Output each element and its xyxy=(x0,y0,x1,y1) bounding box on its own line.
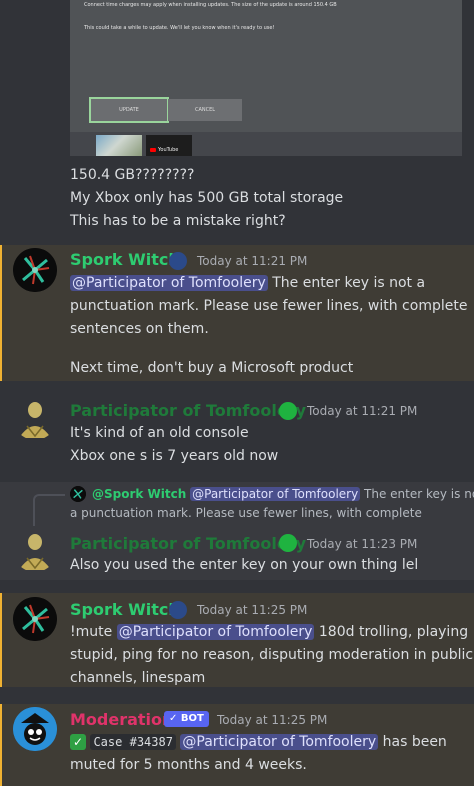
youtube-icon xyxy=(150,148,156,152)
reply-avatar[interactable] xyxy=(70,486,86,502)
spork-witch-avatar-icon xyxy=(70,486,86,502)
message-text: The enter key is not a xyxy=(267,275,426,291)
message-line: punctuation mark. Please use fewer lines… xyxy=(70,298,468,314)
case-label: Case xyxy=(93,735,123,749)
steam-icon[interactable] xyxy=(169,601,187,619)
mention-highlight-bar xyxy=(0,593,2,687)
message-text: has been xyxy=(378,734,447,750)
youtube-label: YouTube xyxy=(158,147,179,153)
thumbnail-image xyxy=(96,135,142,156)
reply-author[interactable]: @Spork Witch xyxy=(92,487,186,501)
avatar[interactable] xyxy=(13,248,57,292)
steam-icon[interactable] xyxy=(169,252,187,270)
timestamp: Today at 11:21 PM xyxy=(197,254,308,268)
timestamp: Today at 11:25 PM xyxy=(197,603,308,617)
message-line: Also you used the enter key on your own … xyxy=(70,557,419,573)
message-line: sentences on them. xyxy=(70,321,209,337)
message-line: My Xbox only has 500 GB total storage xyxy=(70,190,344,206)
author-name[interactable]: Spork Witch xyxy=(70,250,180,269)
participator-avatar-icon xyxy=(19,402,51,438)
bot-badge: ✓ BOT xyxy=(164,711,209,727)
moderation-bot-avatar-icon xyxy=(13,707,57,751)
user-mention[interactable]: @Participator of Tomfoolery xyxy=(70,275,268,291)
xbox-icon[interactable] xyxy=(279,534,297,552)
author-name[interactable]: Participator of Tomfoolery xyxy=(70,534,306,553)
case-code: Case #34387 xyxy=(90,734,176,750)
command-text: !mute xyxy=(70,624,117,640)
author-name[interactable]: Moderation xyxy=(70,710,173,729)
mention-highlight-bar xyxy=(0,245,2,381)
user-mention[interactable]: @Participator of Tomfoolery xyxy=(180,734,379,750)
message-line: channels, linespam xyxy=(70,670,206,686)
update-button: UPDATE xyxy=(89,97,169,123)
case-id: #34387 xyxy=(129,735,173,749)
reply-text[interactable]: a punctuation mark. Please use fewer lin… xyxy=(70,506,422,520)
user-mention[interactable]: @Participator of Tomfoolery xyxy=(116,624,315,640)
participator-avatar-icon xyxy=(19,534,51,570)
spork-witch-avatar-icon xyxy=(13,597,57,641)
update-text-1: Connect time charges may apply when inst… xyxy=(84,2,337,8)
xbox-icon[interactable] xyxy=(279,402,297,420)
avatar[interactable] xyxy=(13,597,57,641)
update-text-2: This could take a while to update. We'll… xyxy=(84,25,275,31)
message-line: It's kind of an old console xyxy=(70,425,249,441)
message-line: Xbox one s is 7 years old now xyxy=(70,448,279,464)
message-text: 180d trolling, playing xyxy=(314,624,469,640)
reply-connector xyxy=(33,494,65,526)
avatar[interactable] xyxy=(13,396,57,440)
cancel-button: CANCEL xyxy=(168,99,242,121)
youtube-thumbnail: YouTube xyxy=(146,135,192,156)
message-line: 150.4 GB???????? xyxy=(70,167,195,183)
author-name[interactable]: Spork Witch xyxy=(70,600,180,619)
message-line: muted for 5 months and 4 weeks. xyxy=(70,757,307,773)
reply-text: The enter key is not xyxy=(360,487,474,501)
timestamp: Today at 11:23 PM xyxy=(307,537,418,551)
message-line: stupid, ping for no reason, disputing mo… xyxy=(70,647,474,663)
author-name[interactable]: Participator of Tomfoolery xyxy=(70,401,306,420)
timestamp: Today at 11:25 PM xyxy=(217,713,328,727)
message-line: This has to be a mistake right? xyxy=(70,213,286,229)
message-line: Next time, don't buy a Microsoft product xyxy=(70,360,354,376)
avatar[interactable] xyxy=(13,707,57,751)
user-mention[interactable]: @Participator of Tomfoolery xyxy=(190,487,361,501)
spork-witch-avatar-icon xyxy=(13,248,57,292)
timestamp: Today at 11:21 PM xyxy=(307,404,418,418)
check-icon: ✓ xyxy=(70,734,86,750)
avatar[interactable] xyxy=(13,528,57,572)
mention-highlight-bar xyxy=(0,704,2,786)
